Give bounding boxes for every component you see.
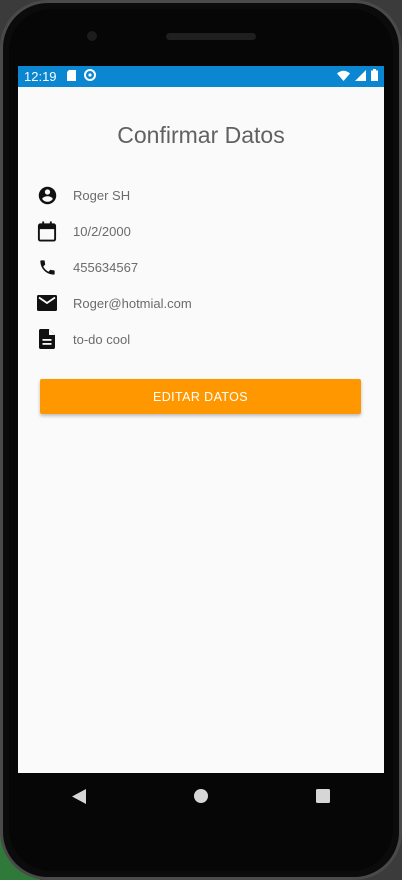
data-list: Roger SH 10/2/2000 455634567 Roger@hotmi…	[18, 177, 384, 357]
birthdate-value: 10/2/2000	[73, 223, 131, 239]
list-item-phone: 455634567	[18, 249, 384, 285]
status-bar: 12:19	[18, 66, 384, 87]
email-value: Roger@hotmial.com	[73, 295, 192, 311]
list-item-description: to-do cool	[18, 321, 384, 357]
battery-icon	[371, 69, 378, 84]
phone-icon	[36, 256, 58, 278]
status-time: 12:19	[24, 69, 57, 84]
page-title: Confirmar Datos	[117, 122, 285, 148]
home-icon[interactable]	[181, 776, 221, 816]
navigation-bar	[18, 773, 384, 819]
signal-icon	[355, 69, 366, 84]
account-circle-icon	[36, 184, 58, 206]
sync-icon	[83, 69, 96, 84]
sd-card-icon	[66, 69, 76, 84]
email-icon	[36, 292, 58, 314]
back-icon[interactable]	[59, 776, 99, 816]
phone-value: 455634567	[73, 259, 139, 275]
app-screen: 12:19 Confirmar Datos Roger SH 10/2/2000…	[18, 66, 384, 773]
description-value: to-do cool	[73, 331, 131, 347]
edit-data-button[interactable]: EDITAR DATOS	[40, 379, 361, 414]
status-right	[337, 69, 378, 84]
wifi-icon	[337, 69, 350, 84]
front-camera	[87, 31, 97, 41]
list-item-name: Roger SH	[18, 177, 384, 213]
earpiece-speaker	[166, 33, 256, 40]
list-item-birthdate: 10/2/2000	[18, 213, 384, 249]
calendar-icon	[36, 220, 58, 242]
recents-icon[interactable]	[303, 776, 343, 816]
list-item-email: Roger@hotmial.com	[18, 285, 384, 321]
name-value: Roger SH	[73, 187, 131, 203]
document-icon	[36, 328, 58, 350]
